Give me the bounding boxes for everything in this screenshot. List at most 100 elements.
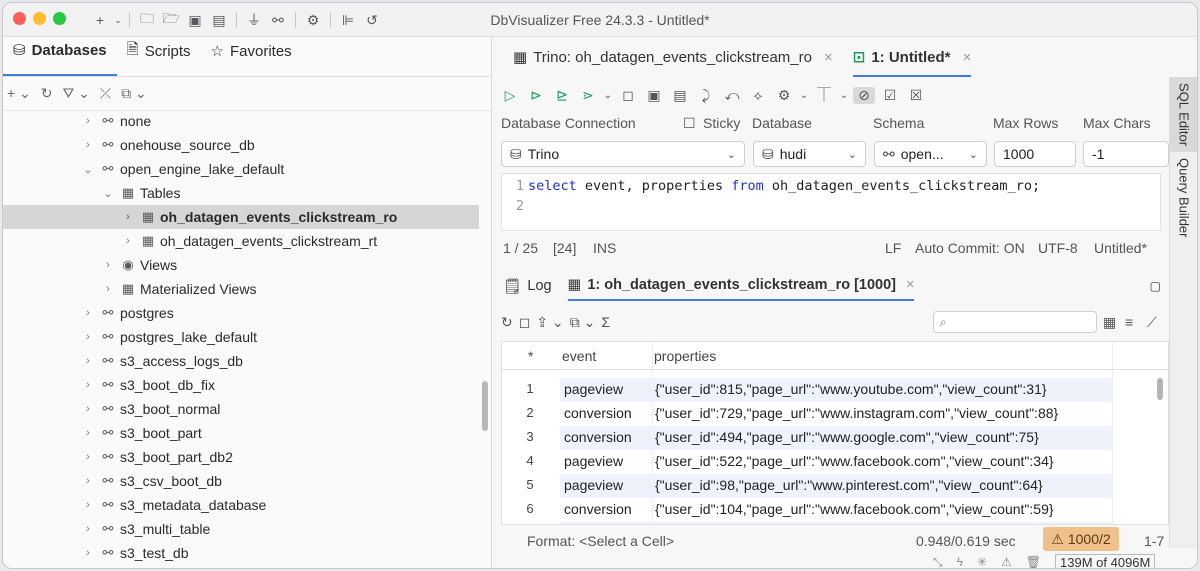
- tree-node[interactable]: › ▦ oh_datagen_events_clickstream_ro: [3, 205, 479, 229]
- trash-icon[interactable]: 🗑: [1026, 555, 1041, 568]
- execute-buffer-icon[interactable]: ⊵: [551, 87, 573, 104]
- cell-event[interactable]: pageview: [564, 453, 623, 469]
- sql-editor[interactable]: 1 select event, properties from oh_datage…: [501, 173, 1161, 231]
- cell-event[interactable]: pageview: [564, 381, 623, 397]
- chevron-right-icon[interactable]: ›: [81, 379, 95, 391]
- save-as-icon[interactable]: ▤: [669, 87, 691, 104]
- tab-log[interactable]: 🗒 Log: [503, 271, 552, 301]
- bolt-icon[interactable]: ϟ: [957, 555, 963, 568]
- warning-badge[interactable]: ⚠ 1000/2: [1043, 527, 1119, 551]
- collapse-icon[interactable]: ⤫: [100, 85, 111, 102]
- format-sql-icon[interactable]: ⤸: [695, 87, 717, 104]
- chevron-right-icon[interactable]: ›: [81, 523, 95, 535]
- cell-event[interactable]: conversion: [564, 405, 632, 421]
- tree-node[interactable]: › ⚯ s3_access_logs_db: [3, 349, 479, 373]
- chevron-right-icon[interactable]: ›: [81, 427, 95, 439]
- text-view-icon[interactable]: ≡: [1125, 314, 1133, 330]
- cell-properties[interactable]: {"user_id":104,"page_url":"www.facebook.…: [655, 501, 1054, 517]
- code-line[interactable]: select event, properties from oh_datagen…: [528, 178, 1040, 194]
- max-rows-input[interactable]: 1000: [994, 141, 1076, 167]
- chevron-right-icon[interactable]: ›: [101, 259, 115, 271]
- copy-icon[interactable]: ⧉ ⌄: [570, 314, 596, 331]
- close-tab-icon[interactable]: ×: [824, 49, 833, 66]
- tree-node[interactable]: › ⚯ s3_boot_db_fix: [3, 373, 479, 397]
- tree-node[interactable]: › ⚯ s3_test_db: [3, 541, 479, 565]
- chevron-right-icon[interactable]: ›: [81, 307, 95, 319]
- tree-node[interactable]: › ▦ Materialized Views: [3, 277, 479, 301]
- explain-plan-icon[interactable]: ⟡: [747, 87, 769, 104]
- chevron-right-icon[interactable]: ›: [81, 355, 95, 367]
- table-row[interactable]: 3 conversion {"user_id":494,"page_url":"ww…: [502, 426, 1168, 450]
- table-row[interactable]: 4 pageview {"user_id":522,"page_url":"www.…: [502, 450, 1168, 474]
- chevron-right-icon[interactable]: ›: [121, 211, 135, 223]
- tab-databases[interactable]: ⛁ Databases: [3, 36, 117, 76]
- settings-icon[interactable]: ⚙: [773, 87, 795, 104]
- chevron-right-icon[interactable]: ›: [121, 235, 135, 247]
- sum-icon[interactable]: Σ: [601, 314, 610, 330]
- execute-current-icon[interactable]: ⊳: [525, 87, 547, 104]
- chevron-right-icon[interactable]: ›: [81, 115, 95, 127]
- filter-icon[interactable]: ⛛ ⌄: [63, 85, 90, 102]
- chevron-right-icon[interactable]: ›: [101, 283, 115, 295]
- tree-node[interactable]: › ⚯ s3_boot_normal: [3, 397, 479, 421]
- tab-scripts[interactable]: 🗎 Scripts: [117, 36, 201, 76]
- cell-event[interactable]: conversion: [564, 501, 632, 517]
- maximize-icon[interactable]: ▢: [1150, 279, 1161, 293]
- close-tab-icon[interactable]: ×: [906, 277, 914, 293]
- tree-node[interactable]: › ◉ Views: [3, 253, 479, 277]
- alert-icon[interactable]: ⚠: [1001, 555, 1012, 568]
- tree-node[interactable]: › ⚯ s3_multi_table: [3, 517, 479, 541]
- chevron-right-icon[interactable]: ›: [81, 475, 95, 487]
- execute-explain-icon[interactable]: ⋗: [577, 87, 599, 104]
- commit-check-icon[interactable]: ☑: [879, 87, 901, 104]
- stop-icon[interactable]: ◻: [519, 314, 531, 331]
- cell-event[interactable]: pageview: [564, 477, 623, 493]
- tree-node[interactable]: › ⚯ none: [3, 111, 479, 133]
- tab-untitled[interactable]: ⊡ 1: Untitled* ×: [852, 37, 972, 77]
- column-header-properties[interactable]: properties: [654, 348, 716, 364]
- table-row[interactable]: 1 pageview {"user_id":815,"page_url":"www.…: [502, 378, 1168, 402]
- table-row[interactable]: 5 pageview {"user_id":98,"page_url":"www.p…: [502, 474, 1168, 498]
- rollback-icon[interactable]: ☒: [905, 87, 927, 104]
- tree-node[interactable]: › ⚯ s3_boot_part_db2: [3, 445, 479, 469]
- cell-event[interactable]: conversion: [564, 429, 632, 445]
- sticky-checkbox[interactable]: ☐: [683, 115, 696, 132]
- grid-view-icon[interactable]: ▦: [1103, 314, 1116, 331]
- database-select[interactable]: ⛁ hudi ⌄: [753, 141, 866, 167]
- tab-result-grid[interactable]: ▦ 1: oh_datagen_events_clickstream_ro [1…: [567, 271, 915, 301]
- max-chars-input[interactable]: -1: [1083, 141, 1169, 167]
- connection-select[interactable]: ⛁ Trino ⌄: [501, 141, 745, 167]
- execute-icon[interactable]: ▷: [499, 87, 521, 104]
- cell-properties[interactable]: {"user_id":98,"page_url":"www.pinterest.…: [655, 477, 1043, 493]
- chevron-right-icon[interactable]: ›: [81, 331, 95, 343]
- cell-properties[interactable]: {"user_id":729,"page_url":"www.instagram…: [655, 405, 1058, 421]
- tree-node[interactable]: › ▦ oh_datagen_events_clickstream_rt: [3, 229, 479, 253]
- chevron-down-icon[interactable]: ⌄: [603, 90, 613, 101]
- tree-node[interactable]: › ⚯ postgres: [3, 301, 479, 325]
- add-icon[interactable]: + ⌄: [7, 85, 31, 102]
- auto-commit-icon[interactable]: ⊘: [853, 86, 875, 104]
- chevron-down-icon[interactable]: ⌄: [101, 187, 115, 200]
- tree-node[interactable]: › ⚯ postgres_lake_default: [3, 325, 479, 349]
- grid-search-input[interactable]: ⌕: [933, 311, 1097, 333]
- unformat-sql-icon[interactable]: ⤺: [721, 87, 743, 104]
- open-in-icon[interactable]: ⧉ ⌄: [121, 85, 147, 102]
- sql-editor-side-tab[interactable]: SQL Editor: [1170, 77, 1197, 153]
- tree-node[interactable]: › ⚯ onehouse_source_db: [3, 133, 479, 157]
- tree-node[interactable]: ⌄ ▦ Tables: [3, 181, 479, 205]
- chevron-down-icon[interactable]: ⌄: [799, 90, 809, 101]
- column-header-event[interactable]: event: [562, 348, 596, 364]
- grid-scrollbar[interactable]: [1157, 378, 1163, 400]
- table-row[interactable]: 2 conversion {"user_id":729,"page_url":"ww…: [502, 402, 1168, 426]
- tree-scrollbar[interactable]: [482, 381, 488, 431]
- table-row[interactable]: 6 conversion {"user_id":104,"page_url":"ww…: [502, 498, 1168, 522]
- chart-view-icon[interactable]: ⟋: [1147, 314, 1157, 331]
- close-tab-icon[interactable]: ×: [962, 49, 971, 66]
- export-icon[interactable]: ⇪ ⌄: [536, 314, 563, 331]
- schema-select[interactable]: ⚯ open... ⌄: [874, 141, 987, 167]
- chevron-down-icon[interactable]: ⌄: [839, 90, 849, 101]
- chevron-down-icon[interactable]: ⌄: [81, 163, 95, 176]
- chevron-right-icon[interactable]: ›: [81, 451, 95, 463]
- tree-node[interactable]: › ⚯ s3_boot_part: [3, 421, 479, 445]
- chevron-right-icon[interactable]: ›: [81, 139, 95, 151]
